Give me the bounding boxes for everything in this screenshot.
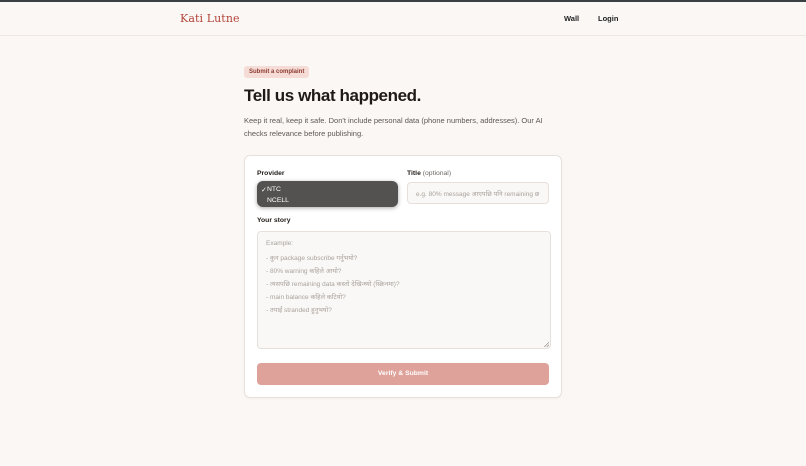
provider-label: Provider [257, 170, 285, 177]
provider-option-ntc[interactable]: ✓ NTC [261, 186, 281, 194]
resize-handle-icon[interactable] [544, 342, 549, 347]
page-subtitle: Keep it real, keep it safe. Don't includ… [244, 116, 543, 138]
title-input[interactable]: e.g. 80% message आएपछि पनि remaining छ [407, 182, 549, 204]
story-placeholder-line: - तपाईं stranded हुनुभयो? [266, 307, 332, 314]
provider-option-ncell[interactable]: NCELL [267, 197, 289, 204]
nav-login-link[interactable]: Login [598, 14, 618, 23]
title-input-placeholder: e.g. 80% message आएपछि पनि remaining छ [416, 191, 540, 198]
site-header: Kati Lutne Wall Login [0, 2, 806, 36]
story-placeholder-line: Example: [266, 240, 294, 247]
optional-hint: (optional) [422, 170, 452, 177]
page-title: Tell us what happened. [244, 86, 421, 105]
complaint-form-card: Provider ✓ NTC NCELL Title (optional) e.… [244, 155, 562, 398]
story-label: Your story [257, 217, 291, 224]
checkmark-icon: ✓ [261, 187, 267, 194]
story-placeholder-line: - 80% warning कहिले आयो? [266, 268, 342, 275]
title-label-text: Title [407, 170, 421, 177]
story-placeholder-line: - कुन package subscribe गर्नुभयो? [266, 255, 358, 262]
submit-complaint-badge: Submit a complaint [244, 66, 310, 78]
brand-logo[interactable]: Kati Lutne [180, 12, 240, 25]
story-placeholder-line: - त्यसपछि remaining data कस्तो देखिन्थ्य… [266, 281, 400, 288]
provider-dropdown[interactable]: ✓ NTC NCELL [257, 181, 398, 207]
story-textarea[interactable]: Example: - कुन package subscribe गर्नुभय… [257, 231, 551, 349]
provider-option-label: NTC [267, 186, 281, 193]
title-label: Title (optional) [407, 170, 451, 177]
verify-submit-button[interactable]: Verify & Submit [257, 363, 549, 385]
story-placeholder-line: - main balance कहिले कटियो? [266, 294, 346, 301]
nav-wall-link[interactable]: Wall [564, 14, 579, 23]
provider-option-label: NCELL [267, 197, 289, 204]
